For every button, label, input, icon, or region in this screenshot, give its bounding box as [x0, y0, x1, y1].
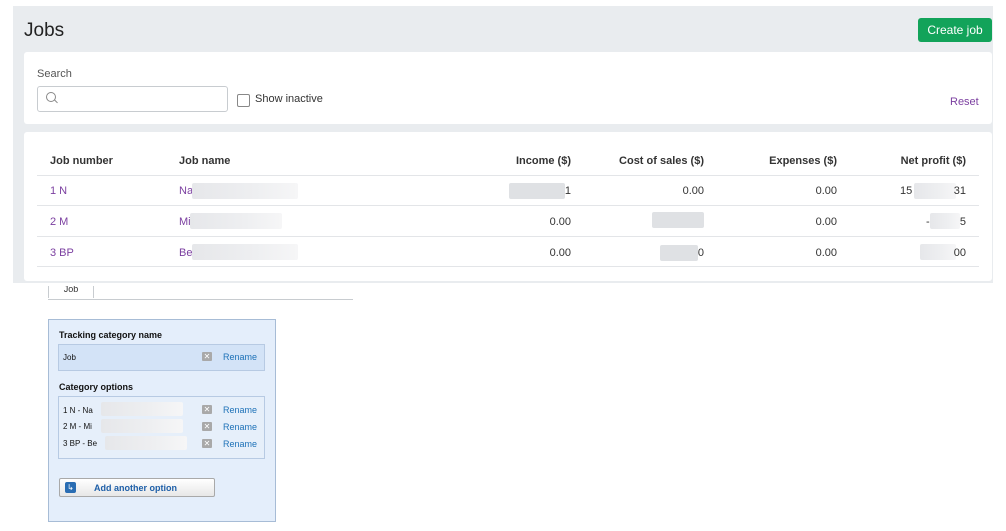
cost-value: 0.00 — [682, 185, 704, 197]
col-expenses[interactable]: Expenses ($) — [724, 155, 837, 167]
row-divider — [37, 175, 979, 176]
add-option-icon: ↳ — [65, 482, 76, 493]
jobs-table: Job number Job name Income ($) Cost of s… — [24, 132, 992, 281]
options-heading: Category options — [59, 382, 134, 392]
cost-value: 0 — [697, 247, 704, 259]
create-job-button[interactable]: Create job — [918, 18, 992, 42]
job-name-link[interactable]: Be — [179, 247, 192, 259]
net-profit-tail: 31 — [953, 185, 966, 197]
job-name-link[interactable]: Mi — [179, 216, 191, 228]
add-option-label: Add another option — [94, 483, 177, 493]
expenses-value: 0.00 — [815, 247, 837, 259]
col-job-number[interactable]: Job number — [50, 155, 113, 167]
row-divider — [37, 266, 979, 267]
net-profit-value: 15 — [900, 185, 913, 197]
col-cost-of-sales[interactable]: Cost of sales ($) — [584, 155, 704, 167]
job-number-link[interactable]: 1 N — [50, 185, 67, 197]
expenses-value: 0.00 — [815, 216, 837, 228]
category-options-list: 1 N - Na ✕ Rename 2 M - Mi ✕ Rename 3 BP… — [58, 396, 265, 459]
remove-x-icon[interactable]: ✕ — [202, 422, 212, 431]
job-number-link[interactable]: 2 M — [50, 216, 68, 228]
job-number-link[interactable]: 3 BP — [50, 247, 74, 259]
net-profit-tail: 5 — [959, 216, 966, 228]
redacted-cost — [652, 212, 704, 228]
tracking-name-row: Job ✕ Rename — [58, 344, 265, 371]
search-input[interactable] — [60, 89, 224, 109]
remove-x-icon[interactable]: ✕ — [202, 405, 212, 414]
tracking-heading: Tracking category name — [59, 330, 163, 340]
row-divider — [37, 205, 979, 206]
tracking-category-panel: Tracking category name Job ✕ Rename Cate… — [48, 319, 276, 522]
net-profit-tail: 00 — [953, 247, 966, 259]
income-value: 0.00 — [549, 216, 571, 228]
row-divider — [37, 236, 979, 237]
redacted-name — [190, 213, 282, 229]
remove-x-icon[interactable]: ✕ — [202, 352, 212, 361]
filter-card: Search Show inactive Reset — [24, 52, 992, 124]
option-label: 1 N - Na — [63, 406, 93, 415]
expenses-value: 0.00 — [815, 185, 837, 197]
tracking-name: Job — [63, 353, 76, 362]
legacy-tab-strip: Job — [48, 286, 353, 300]
option-label: 3 BP - Be — [63, 439, 98, 448]
income-value: 1 — [564, 185, 571, 197]
page-title: Jobs — [24, 20, 65, 41]
col-income[interactable]: Income ($) — [464, 155, 571, 167]
show-inactive-label: Show inactive — [255, 93, 323, 105]
rename-link[interactable]: Rename — [223, 439, 257, 449]
rename-link[interactable]: Rename — [223, 352, 257, 362]
col-job-name[interactable]: Job name — [179, 155, 230, 167]
tab-job[interactable]: Job — [48, 286, 94, 298]
rename-link[interactable]: Rename — [223, 422, 257, 432]
remove-x-icon[interactable]: ✕ — [202, 439, 212, 448]
add-option-button[interactable]: ↳ Add another option — [59, 478, 215, 497]
redacted-option — [101, 402, 183, 416]
search-label: Search — [37, 68, 72, 80]
rename-link[interactable]: Rename — [223, 405, 257, 415]
search-box[interactable] — [37, 86, 228, 112]
redacted-option — [105, 436, 187, 450]
col-net-profit[interactable]: Net profit ($) — [854, 155, 966, 167]
option-label: 2 M - Mi — [63, 422, 92, 431]
redacted-option — [101, 419, 183, 433]
show-inactive-checkbox[interactable] — [237, 94, 250, 107]
search-icon — [46, 92, 56, 102]
redacted-name — [192, 183, 298, 199]
redacted-name — [192, 244, 298, 260]
job-name-link[interactable]: Na — [179, 185, 193, 197]
income-value: 0.00 — [549, 247, 571, 259]
reset-link[interactable]: Reset — [950, 96, 979, 108]
